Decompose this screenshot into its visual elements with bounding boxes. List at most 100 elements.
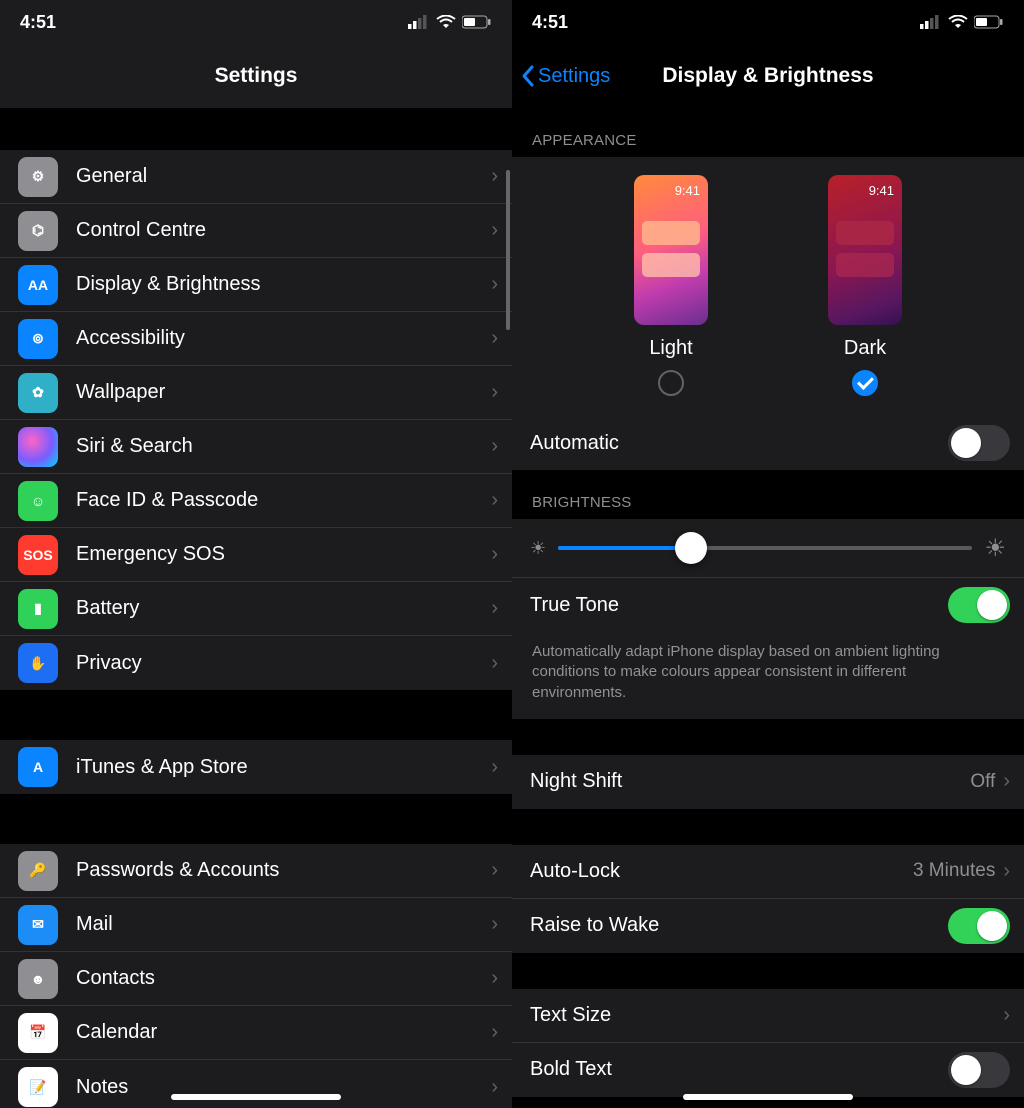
itunes-label: iTunes & App Store xyxy=(76,756,491,779)
chevron-right-icon: › xyxy=(491,165,498,188)
chevron-right-icon: › xyxy=(491,913,498,936)
chevron-right-icon: › xyxy=(491,381,498,404)
mail-label: Mail xyxy=(76,913,491,936)
sun-small-icon: ☀︎ xyxy=(530,538,546,559)
navbar: Settings xyxy=(0,44,512,108)
settings-row-accessibility[interactable]: ⊚Accessibility› xyxy=(0,312,512,366)
settings-row-control-centre[interactable]: ⌬Control Centre› xyxy=(0,204,512,258)
signal-icon xyxy=(408,15,430,29)
autolock-row[interactable]: Auto-Lock 3 Minutes › xyxy=(512,845,1024,899)
chevron-right-icon: › xyxy=(491,219,498,242)
chevron-right-icon: › xyxy=(491,1021,498,1044)
wallpaper-label: Wallpaper xyxy=(76,381,491,404)
scrollbar[interactable] xyxy=(506,170,510,330)
itunes-icon: A xyxy=(18,747,58,787)
appearance-light[interactable]: 9:41 Light xyxy=(634,175,708,396)
back-label: Settings xyxy=(538,65,610,88)
chevron-right-icon: › xyxy=(491,597,498,620)
general-label: General xyxy=(76,165,491,188)
passwords-icon: 🔑 xyxy=(18,851,58,891)
settings-row-sos[interactable]: SOSEmergency SOS› xyxy=(0,528,512,582)
settings-row-privacy[interactable]: ✋ Privacy› xyxy=(0,636,512,690)
truetone-row[interactable]: True Tone xyxy=(512,578,1024,632)
battery-icon xyxy=(974,15,1004,29)
calendar-label: Calendar xyxy=(76,1021,491,1044)
home-indicator[interactable] xyxy=(171,1094,341,1100)
accessibility-label: Accessibility xyxy=(76,327,491,350)
settings-row-calendar[interactable]: 📅Calendar› xyxy=(0,1006,512,1060)
textsize-row[interactable]: Text Size › xyxy=(512,989,1024,1043)
settings-row-faceid[interactable]: ☺︎Face ID & Passcode› xyxy=(0,474,512,528)
status-icons xyxy=(920,15,1004,29)
appearance-dark[interactable]: 9:41 Dark xyxy=(828,175,902,396)
signal-icon xyxy=(920,15,942,29)
settings-row-passwords[interactable]: 🔑 Passwords & Accounts› xyxy=(0,844,512,898)
settings-row-notes[interactable]: 📝Notes› xyxy=(0,1060,512,1108)
settings-row-contacts[interactable]: ☻Contacts› xyxy=(0,952,512,1006)
settings-row-siri-search[interactable]: Siri & Search› xyxy=(0,420,512,474)
home-indicator[interactable] xyxy=(683,1094,853,1100)
settings-row-itunes[interactable]: AiTunes & App Store› xyxy=(0,740,512,794)
sos-icon: SOS xyxy=(18,535,58,575)
mail-icon: ✉︎ xyxy=(18,905,58,945)
nightshift-row[interactable]: Night Shift Off › xyxy=(512,755,1024,809)
chevron-right-icon: › xyxy=(491,435,498,458)
automatic-row[interactable]: Automatic xyxy=(512,416,1024,470)
settings-row-battery[interactable]: ▮ Battery› xyxy=(0,582,512,636)
appearance-selector: 9:41 Light 9:41 Dark xyxy=(512,157,1024,416)
wifi-icon xyxy=(948,15,968,29)
wallpaper-icon: ✿ xyxy=(18,373,58,413)
chevron-right-icon: › xyxy=(491,1076,498,1099)
chevron-right-icon: › xyxy=(491,967,498,990)
brightness-slider-row: ☀︎ ☀︎ xyxy=(512,519,1024,578)
control-centre-icon: ⌬ xyxy=(18,211,58,251)
wifi-icon xyxy=(436,15,456,29)
sun-large-icon: ☀︎ xyxy=(984,534,1006,563)
battery-label: Battery xyxy=(76,597,491,620)
settings-row-display-brightness[interactable]: AADisplay & Brightness› xyxy=(0,258,512,312)
truetone-toggle[interactable] xyxy=(948,587,1010,623)
dark-label: Dark xyxy=(844,337,886,360)
chevron-right-icon: › xyxy=(491,859,498,882)
general-icon: ⚙︎ xyxy=(18,157,58,197)
settings-title: Settings xyxy=(215,64,298,88)
chevron-right-icon: › xyxy=(1003,860,1010,883)
display-title: Display & Brightness xyxy=(662,64,873,88)
settings-screen: 4:51 Settings ⚙︎General›⌬Control Centre›… xyxy=(0,0,512,1108)
navbar: Settings Display & Brightness xyxy=(512,44,1024,108)
chevron-right-icon: › xyxy=(491,756,498,779)
dark-radio[interactable] xyxy=(852,370,878,396)
accessibility-icon: ⊚ xyxy=(18,319,58,359)
chevron-right-icon: › xyxy=(1003,770,1010,793)
display-brightness-icon: AA xyxy=(18,265,58,305)
section-appearance: Appearance xyxy=(512,108,1024,157)
privacy-icon: ✋ xyxy=(18,643,58,683)
display-brightness-label: Display & Brightness xyxy=(76,273,491,296)
settings-row-wallpaper[interactable]: ✿ Wallpaper› xyxy=(0,366,512,420)
siri-search-label: Siri & Search xyxy=(76,435,491,458)
battery-icon: ▮ xyxy=(18,589,58,629)
truetone-note: Automatically adapt iPhone display based… xyxy=(512,632,1024,719)
light-preview: 9:41 xyxy=(634,175,708,325)
battery-icon xyxy=(462,15,492,29)
faceid-label: Face ID & Passcode xyxy=(76,489,491,512)
privacy-label: Privacy xyxy=(76,652,491,675)
raise-row[interactable]: Raise to Wake xyxy=(512,899,1024,953)
chevron-right-icon: › xyxy=(491,543,498,566)
statusbar: 4:51 xyxy=(512,0,1024,44)
faceid-icon: ☺︎ xyxy=(18,481,58,521)
notes-icon: 📝 xyxy=(18,1067,58,1107)
brightness-slider[interactable] xyxy=(558,533,972,563)
raise-toggle[interactable] xyxy=(948,908,1010,944)
boldtext-row[interactable]: Bold Text xyxy=(512,1043,1024,1097)
automatic-toggle[interactable] xyxy=(948,425,1010,461)
settings-row-mail[interactable]: ✉︎ Mail› xyxy=(0,898,512,952)
settings-row-general[interactable]: ⚙︎ General› xyxy=(0,150,512,204)
status-icons xyxy=(408,15,492,29)
chevron-right-icon: › xyxy=(491,652,498,675)
statusbar: 4:51 xyxy=(0,0,512,44)
boldtext-toggle[interactable] xyxy=(948,1052,1010,1088)
back-button[interactable]: Settings xyxy=(520,64,610,88)
passwords-label: Passwords & Accounts xyxy=(76,859,491,882)
light-radio[interactable] xyxy=(658,370,684,396)
